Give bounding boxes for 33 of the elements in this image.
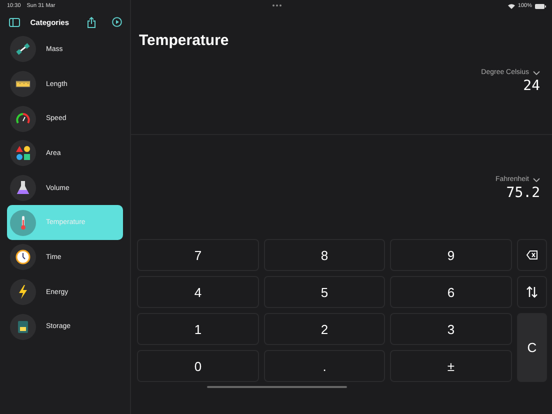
dumbbell-icon xyxy=(15,41,31,58)
keypad-key[interactable]: 2 xyxy=(264,313,385,345)
keypad-key[interactable]: ± xyxy=(390,350,512,382)
keypad-key[interactable]: 3 xyxy=(390,313,512,345)
swap-arrows-icon xyxy=(526,286,538,298)
keypad-key[interactable]: 1 xyxy=(137,313,259,345)
keypad-key[interactable]: 6 xyxy=(390,276,512,308)
share-icon[interactable] xyxy=(87,16,96,28)
more-dots-icon[interactable] xyxy=(272,4,282,7)
page-title: Temperature xyxy=(139,32,230,49)
keypad-key[interactable]: 7 xyxy=(137,239,259,271)
chevron-down-icon xyxy=(533,178,540,182)
flask-icon xyxy=(15,180,31,196)
swap-key[interactable] xyxy=(517,276,547,308)
play-circle-icon[interactable] xyxy=(112,17,122,27)
keypad-key[interactable]: 9 xyxy=(390,239,512,271)
keypad-key[interactable]: . xyxy=(264,350,385,382)
memory-card-icon xyxy=(15,318,31,335)
keypad-key[interactable]: 4 xyxy=(137,276,259,308)
keypad-key[interactable]: 0 xyxy=(137,350,259,382)
backspace-key[interactable] xyxy=(517,239,547,271)
unit-value: 75.2 xyxy=(506,185,540,201)
shapes-icon xyxy=(15,145,31,162)
wifi-icon xyxy=(508,4,515,8)
clock-icon xyxy=(15,249,31,266)
unit-value: 24 xyxy=(523,78,540,94)
chevron-down-icon xyxy=(533,70,540,74)
clear-key[interactable]: C xyxy=(517,313,547,382)
backspace-icon xyxy=(526,250,538,260)
keypad-key[interactable]: 8 xyxy=(264,239,385,271)
sidebar-toggle-icon[interactable] xyxy=(9,18,20,26)
keypad-key[interactable]: 5 xyxy=(264,276,385,308)
battery-icon xyxy=(535,4,546,8)
